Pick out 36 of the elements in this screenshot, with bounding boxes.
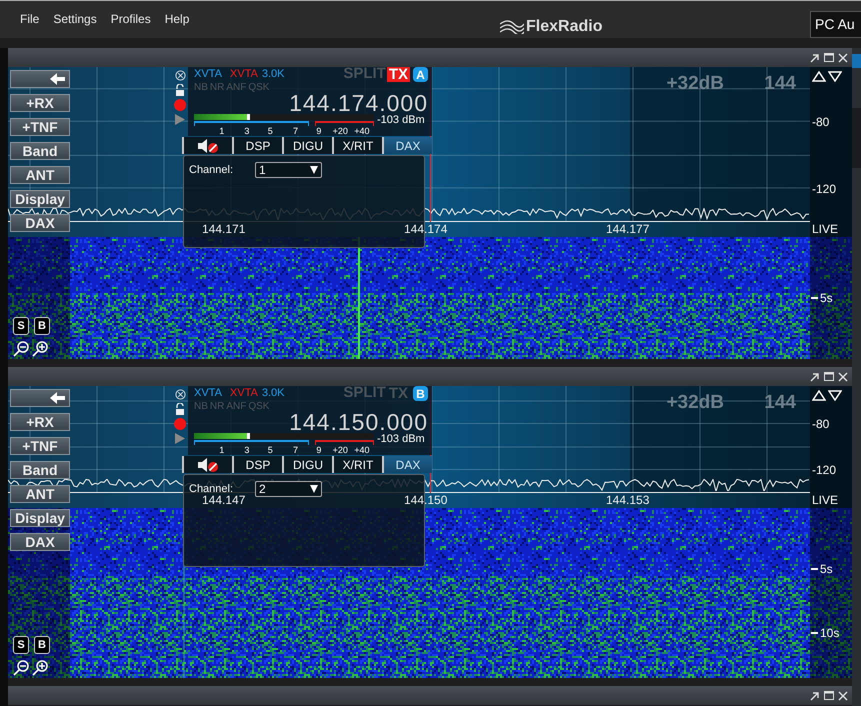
meter-scale-label: 9: [316, 445, 322, 455]
frequency-tick-label: 144.177: [606, 223, 650, 236]
band-label: 144: [764, 72, 796, 96]
channel-label: Channel:: [189, 163, 234, 178]
meter-scale-label: +20: [332, 445, 348, 455]
frequency-tick-label: 144.174: [404, 223, 448, 236]
meter-scale-label: 5: [268, 445, 273, 455]
gain-label: +32dB: [666, 72, 724, 96]
gain-label: +32dB: [666, 391, 724, 415]
dbm-scale-label: -120: [812, 180, 836, 198]
meter-scale-label: +40: [354, 445, 370, 455]
meter-scale-label: 9: [316, 126, 322, 136]
meter-scale-label: 7: [293, 445, 298, 455]
frequency-tick-label: 144.153: [606, 494, 650, 507]
meter-scale-label: 1: [219, 445, 224, 455]
time-tick-label: 5s: [820, 290, 833, 307]
signal-reading: -103 dBm: [377, 114, 425, 126]
meter-scale-label: 5: [268, 126, 273, 136]
meter-scale-label: 7: [293, 126, 298, 136]
frequency-tick-label: 144.150: [404, 494, 448, 507]
channel-label: Channel:: [189, 482, 234, 496]
dbm-scale-label: -80: [812, 416, 830, 434]
time-tick-label: 5s: [820, 561, 833, 578]
frequency-tick-label: 144.171: [202, 223, 246, 236]
dbm-scale-label: -80: [812, 114, 830, 132]
band-label: 144: [764, 391, 796, 415]
frequency-tick-label: 144.147: [202, 494, 246, 507]
meter-scale-label: 1: [219, 126, 224, 136]
dbm-scale-label: -120: [812, 462, 836, 480]
meter-scale-label: +20: [332, 126, 348, 136]
meter-scale-label: +40: [354, 126, 370, 136]
meter-scale-label: 3: [244, 445, 250, 455]
signal-reading: -103 dBm: [377, 433, 425, 445]
meter-scale-label: 3: [244, 126, 250, 136]
brand-logo: FlexRadio: [526, 17, 602, 37]
time-tick-label: 10s: [820, 625, 840, 642]
